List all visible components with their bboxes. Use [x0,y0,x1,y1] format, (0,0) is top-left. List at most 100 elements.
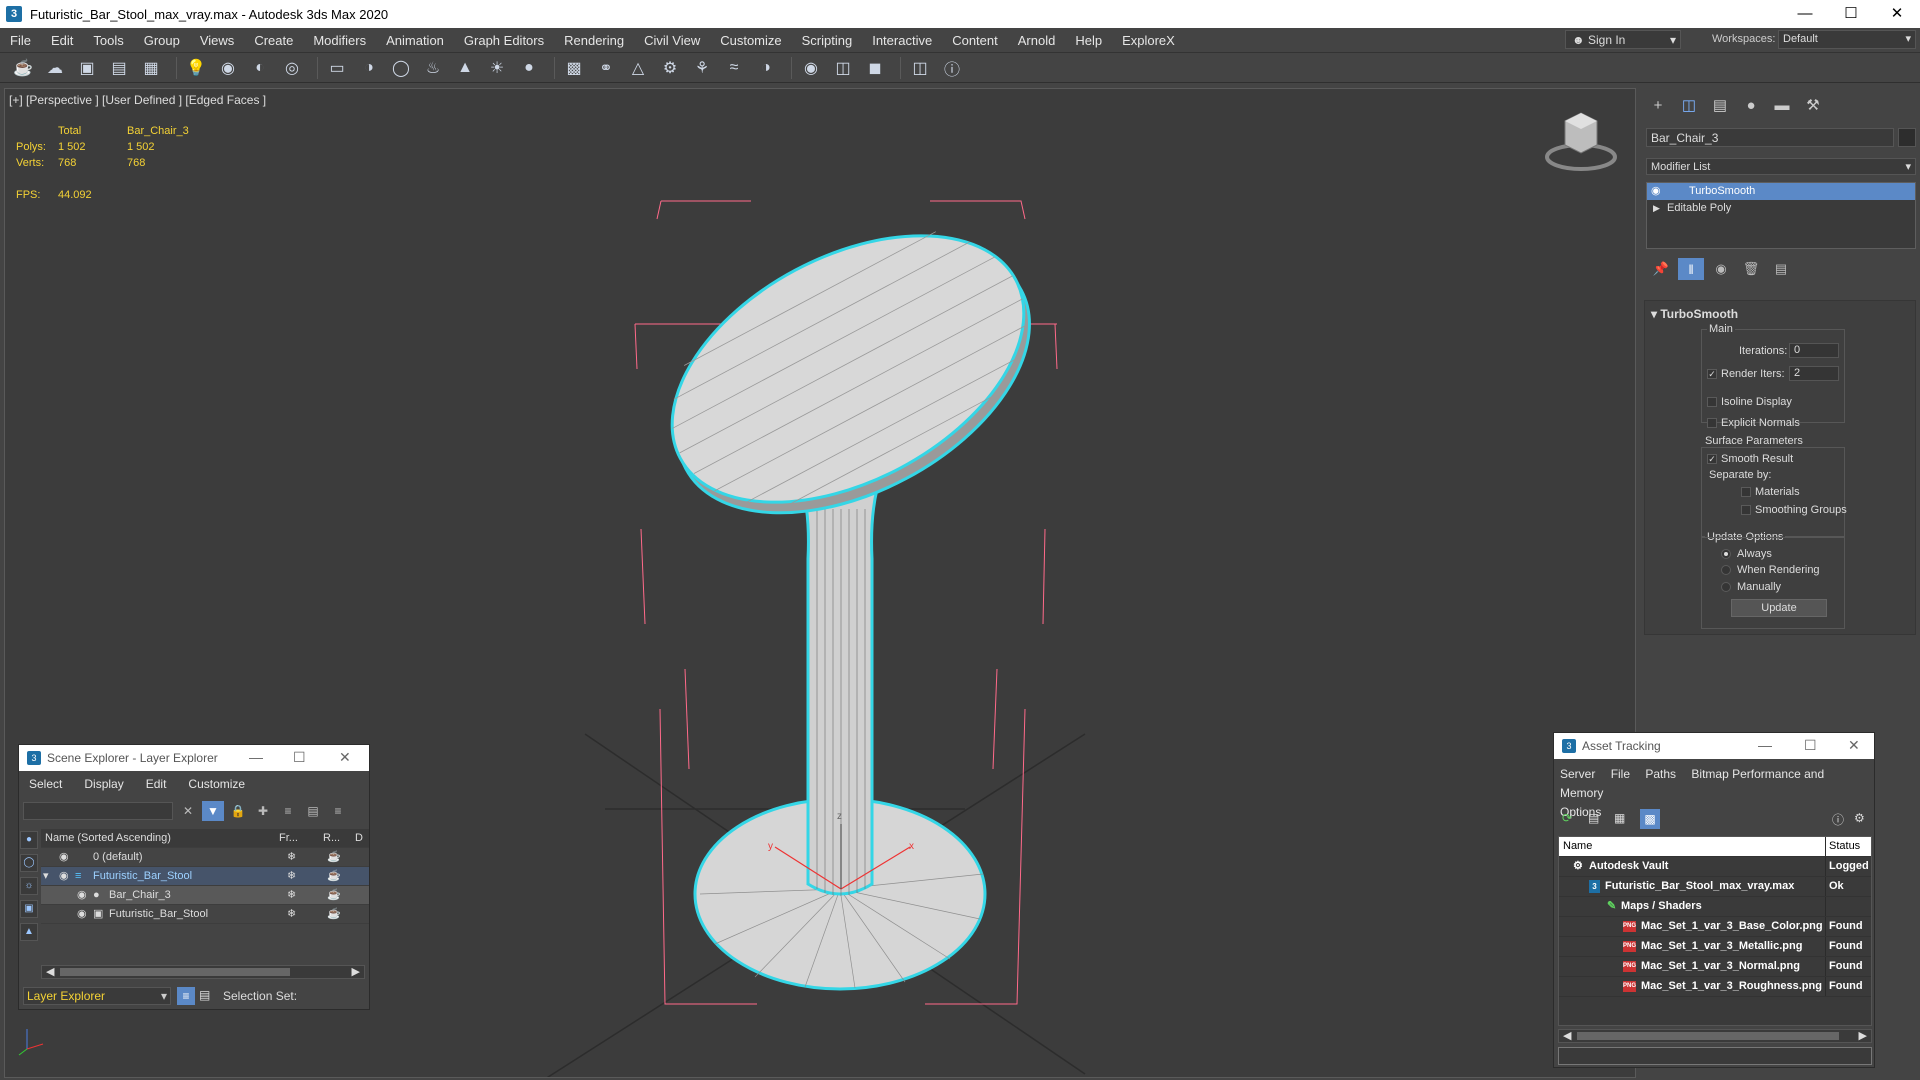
column-d[interactable]: D [355,829,363,847]
scrollbar-thumb[interactable] [60,968,290,976]
eye-icon[interactable]: ◉ [77,905,87,923]
menu-rendering[interactable]: Rendering [554,33,634,48]
help-icon[interactable]: ⓘ [1832,811,1844,828]
render-teapot-icon[interactable]: ☕ [327,905,341,923]
scroll-left-icon[interactable]: ◀ [1563,1029,1571,1042]
asset-row[interactable]: PNG Mac_Set_1_var_3_Metallic.png Found [1559,937,1871,957]
layers-icon[interactable]: ≡ [277,801,299,821]
eye-icon[interactable]: ◉ [77,886,87,904]
dome-light-icon[interactable]: ◐ [247,55,273,81]
freeze-icon[interactable]: ❄ [287,905,296,923]
camera-icon[interactable]: ◉ [215,55,241,81]
render-setup-icon[interactable]: ▤ [106,55,132,81]
explorer-mode-dropdown[interactable]: Layer Explorer ▾ [23,987,171,1005]
asset-row[interactable]: PNG Mac_Set_1_var_3_Normal.png Found [1559,957,1871,977]
modify-tab-icon[interactable]: ◫ [1675,92,1703,118]
column-status[interactable]: Status [1829,837,1860,856]
menu-scripting[interactable]: Scripting [792,33,863,48]
utilities-tab-icon[interactable]: ⚒ [1799,92,1827,118]
object-name-field[interactable]: Bar_Chair_3 [1646,128,1894,147]
motion-tab-icon[interactable]: ● [1737,92,1765,118]
menu-server[interactable]: Server [1560,767,1595,781]
menu-paths[interactable]: Paths [1645,767,1676,781]
scene-search-input[interactable] [23,802,173,820]
menu-interactive[interactable]: Interactive [862,33,942,48]
sun-icon[interactable]: ☀ [484,55,510,81]
menu-create[interactable]: Create [244,33,303,48]
eye-icon[interactable]: ◉ [1651,183,1661,200]
stack-item-turbosmooth[interactable]: ◉ TurboSmooth [1647,183,1915,200]
maximize-icon[interactable]: ☐ [1828,0,1874,28]
menu-views[interactable]: Views [190,33,244,48]
close-icon[interactable]: ✕ [1874,0,1920,28]
display-tab-icon[interactable]: ▬ [1768,92,1796,118]
menu-edit[interactable]: Edit [146,777,167,791]
table-view-icon[interactable]: ▦ [1614,811,1625,825]
maximize-icon[interactable]: ☐ [1804,737,1817,754]
dome-icon[interactable]: ◑ [356,55,382,81]
cone-icon[interactable]: ▲ [452,55,478,81]
smoothing-groups-checkbox[interactable] [1741,505,1751,515]
viewcube-icon[interactable] [1545,112,1617,171]
asset-row[interactable]: ⚙ Autodesk Vault Logged [1559,857,1871,877]
display-cameras-icon[interactable]: ▣ [20,900,38,918]
object-color-swatch[interactable] [1898,128,1916,147]
help-icon[interactable]: ⓘ [939,55,965,81]
close-icon[interactable]: ✕ [1848,737,1860,754]
filter-icon[interactable]: ▼ [202,801,224,821]
tree-row[interactable]: ◉ 0 (default) ❄ ☕ [41,848,369,867]
menu-file[interactable]: File [0,33,41,48]
asset-row[interactable]: ✎ Maps / Shaders [1559,897,1871,917]
scene-explorer-titlebar[interactable]: 3 Scene Explorer - Layer Explorer — ☐ ✕ [19,745,369,771]
teapot-icon[interactable]: ☕ [10,55,36,81]
list-view-icon[interactable]: ▤ [1588,811,1599,825]
asset-row[interactable]: PNG Mac_Set_1_var_3_Base_Color.png Found [1559,917,1871,937]
materials-checkbox[interactable] [1741,487,1751,497]
layers-stack-icon[interactable]: ≡ [327,801,349,821]
scene-converter-icon[interactable]: ◫ [830,55,856,81]
scrollbar-thumb[interactable] [1577,1032,1839,1040]
explicit-normals-checkbox[interactable] [1707,418,1717,428]
smooth-result-checkbox[interactable]: ✓ [1707,454,1717,464]
freeze-icon[interactable]: ❄ [287,848,296,866]
workspaces-select[interactable]: Default ▾ [1778,30,1916,49]
configure-sets-icon[interactable]: ▤ [1768,258,1794,280]
menu-explorex[interactable]: ExploreX [1112,33,1185,48]
tree-row[interactable]: ▾ ◉ ≡ Futuristic_Bar_Stool ❄ ☕ [41,867,369,886]
settings-icon[interactable]: ⚙ [1854,811,1865,825]
render-teapot-icon[interactable]: ☕ [327,848,341,866]
hair-icon[interactable]: ≈ [721,55,747,81]
scroll-right-icon[interactable]: ▶ [352,965,360,978]
close-icon[interactable]: ✕ [339,749,351,766]
make-unique-icon[interactable]: ◉ [1708,258,1734,280]
menu-tools[interactable]: Tools [83,33,133,48]
light-bulb-icon[interactable]: 💡 [183,55,209,81]
grid-view-icon[interactable]: ▩ [1640,809,1660,829]
stack-item-editable-poly[interactable]: ▶ Editable Poly [1647,200,1915,217]
frame-buffer-icon[interactable]: ◼ [862,55,888,81]
tree-row[interactable]: ◉ ▣ Futuristic_Bar_Stool ❄ ☕ [41,905,369,924]
menu-group[interactable]: Group [134,33,190,48]
fur-icon[interactable]: ⚘ [689,55,715,81]
globe-icon[interactable]: ◉ [798,55,824,81]
display-lights-icon[interactable]: ☼ [20,877,38,895]
menu-select[interactable]: Select [29,777,62,791]
layers-toggle-icon[interactable]: ≡ [177,987,195,1005]
asset-row[interactable]: PNG Mac_Set_1_var_3_Roughness.png Found [1559,977,1871,997]
cloud-icon[interactable]: ☁ [42,55,68,81]
menu-customize[interactable]: Customize [710,33,791,48]
freeze-icon[interactable]: ❄ [287,886,296,904]
render-frame-icon[interactable]: ▣ [74,55,100,81]
menu-content[interactable]: Content [942,33,1008,48]
menu-animation[interactable]: Animation [376,33,454,48]
tree-row[interactable]: ◉ ● Bar_Chair_3 ❄ ☕ [41,886,369,905]
menu-customize[interactable]: Customize [188,777,245,791]
display-shapes-icon[interactable]: ◯ [20,854,38,872]
freeze-icon[interactable]: ❄ [287,867,296,885]
material-editor-icon[interactable]: ▦ [138,55,164,81]
asset-path-field[interactable] [1558,1047,1872,1065]
remove-modifier-icon[interactable]: 🗑 [1738,258,1764,280]
column-frozen[interactable]: Fr... [279,829,298,847]
create-tab-icon[interactable]: + [1644,92,1672,118]
menu-arnold[interactable]: Arnold [1008,33,1066,48]
